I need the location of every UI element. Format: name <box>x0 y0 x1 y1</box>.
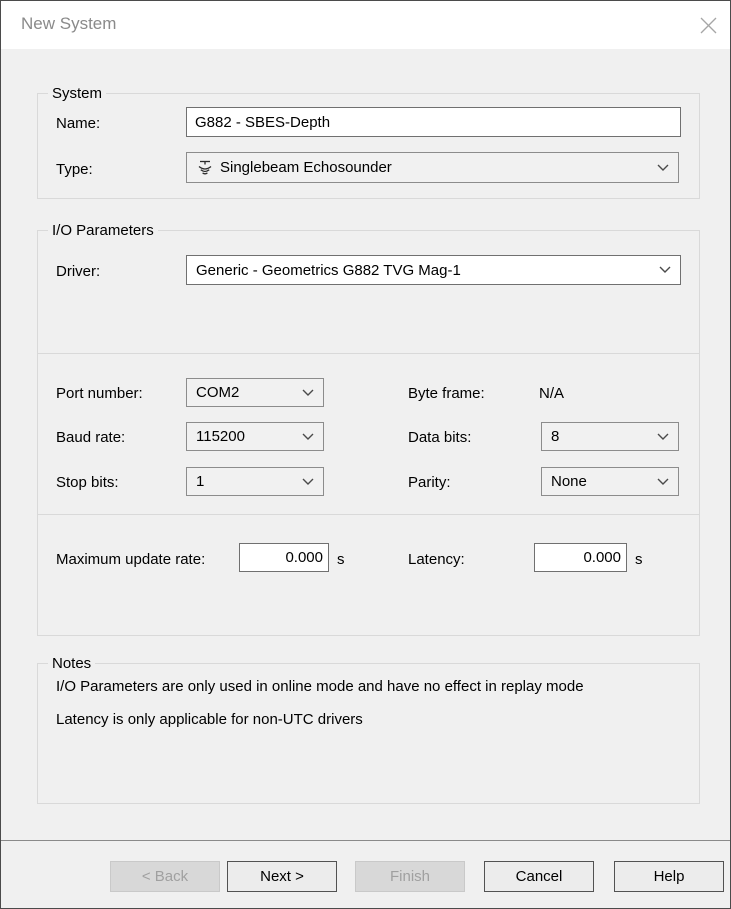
note-line-2: Latency is only applicable for non-UTC d… <box>56 711 363 728</box>
chevron-down-icon <box>302 389 314 397</box>
io-parameters-group-label: I/O Parameters <box>48 221 158 240</box>
data-bits-select[interactable]: 8 <box>541 422 679 451</box>
parity-value: None <box>551 473 651 490</box>
port-number-label: Port number: <box>56 385 143 402</box>
driver-value: Generic - Geometrics G882 TVG Mag-1 <box>196 262 653 279</box>
next-button[interactable]: Next > <box>227 861 337 892</box>
io-separator-1 <box>38 353 699 354</box>
chevron-down-icon <box>657 164 669 172</box>
latency-input[interactable] <box>534 543 627 572</box>
name-input[interactable] <box>186 107 681 137</box>
max-update-rate-label: Maximum update rate: <box>56 551 205 568</box>
cancel-button[interactable]: Cancel <box>484 861 594 892</box>
baud-rate-value: 115200 <box>196 428 296 445</box>
driver-label: Driver: <box>56 263 100 280</box>
latency-unit: s <box>635 551 643 568</box>
max-update-rate-input[interactable] <box>239 543 329 572</box>
port-number-select[interactable]: COM2 <box>186 378 324 407</box>
stop-bits-label: Stop bits: <box>56 474 119 491</box>
finish-button: Finish <box>355 861 465 892</box>
name-label: Name: <box>56 115 100 132</box>
byte-frame-value: N/A <box>539 385 564 402</box>
baud-rate-label: Baud rate: <box>56 429 125 446</box>
data-bits-value: 8 <box>551 428 651 445</box>
system-group-label: System <box>48 84 106 103</box>
notes-group-label: Notes <box>48 654 95 673</box>
data-bits-label: Data bits: <box>408 429 471 446</box>
io-separator-2 <box>38 514 699 515</box>
chevron-down-icon <box>657 433 669 441</box>
driver-select[interactable]: Generic - Geometrics G882 TVG Mag-1 <box>186 255 681 285</box>
stop-bits-select[interactable]: 1 <box>186 467 324 496</box>
close-icon <box>700 17 717 34</box>
latency-label: Latency: <box>408 551 465 568</box>
chevron-down-icon <box>302 478 314 486</box>
help-button[interactable]: Help <box>614 861 724 892</box>
parity-label: Parity: <box>408 474 451 491</box>
stop-bits-value: 1 <box>196 473 296 490</box>
baud-rate-select[interactable]: 115200 <box>186 422 324 451</box>
note-line-1: I/O Parameters are only used in online m… <box>56 678 584 695</box>
back-button: < Back <box>110 861 220 892</box>
notes-group: Notes I/O Parameters are only used in on… <box>37 663 700 804</box>
singlebeam-echosounder-icon <box>196 159 214 177</box>
byte-frame-label: Byte frame: <box>408 385 485 402</box>
type-label: Type: <box>56 161 93 178</box>
dialog-title: New System <box>21 14 116 34</box>
port-number-value: COM2 <box>196 384 296 401</box>
chevron-down-icon <box>659 266 671 274</box>
max-update-rate-unit: s <box>337 551 345 568</box>
chevron-down-icon <box>657 478 669 486</box>
type-value: Singlebeam Echosounder <box>220 159 651 176</box>
type-select[interactable]: Singlebeam Echosounder <box>186 152 679 183</box>
parity-select[interactable]: None <box>541 467 679 496</box>
titlebar: New System <box>1 1 730 49</box>
close-button[interactable] <box>692 9 724 41</box>
footer-separator <box>1 840 731 841</box>
new-system-dialog: New System System Name: Type: Singlebeam… <box>0 0 731 909</box>
chevron-down-icon <box>302 433 314 441</box>
